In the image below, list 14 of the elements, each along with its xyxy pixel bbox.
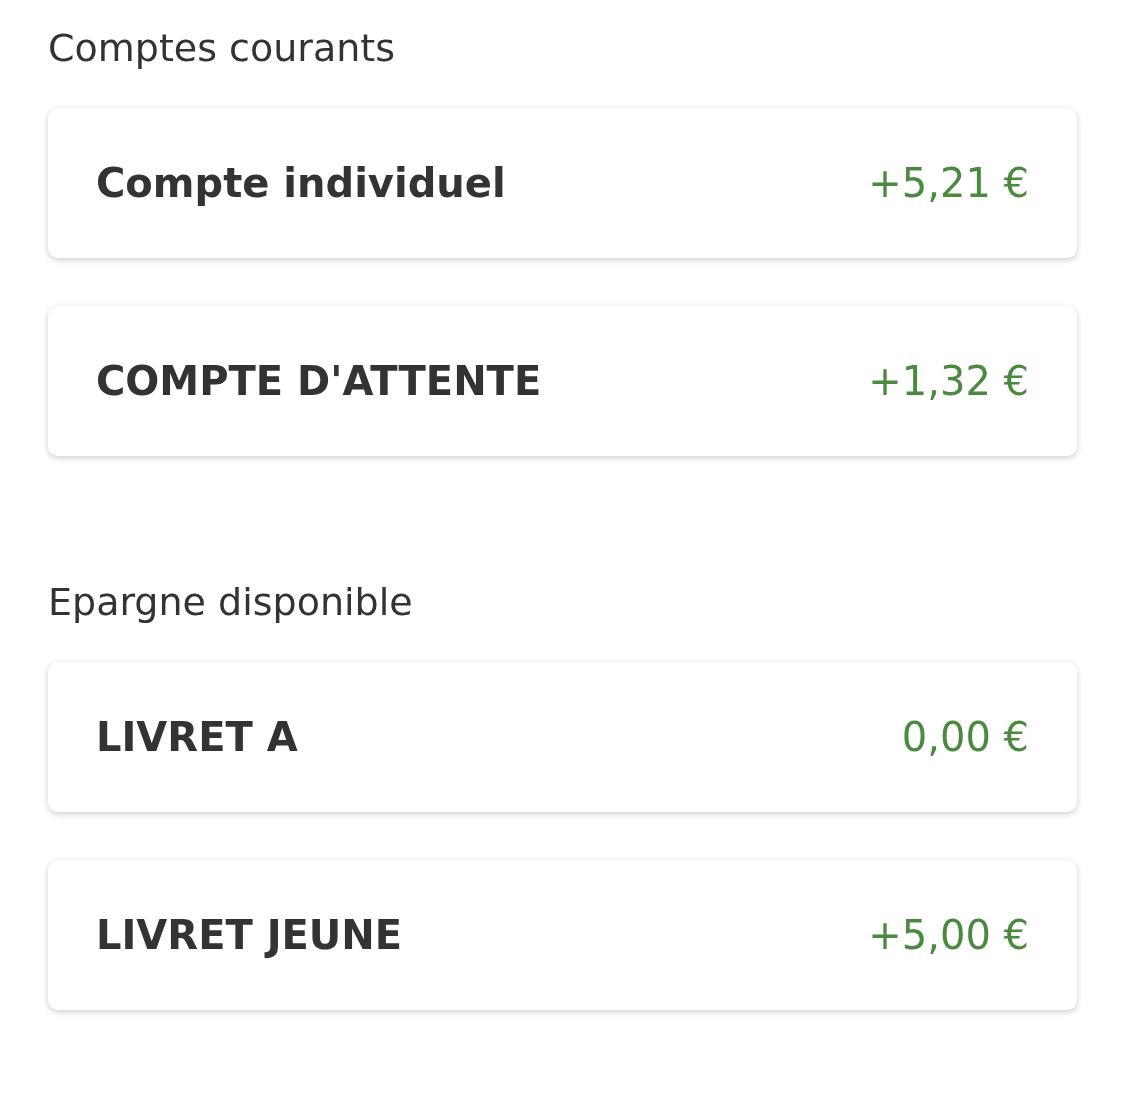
account-card[interactable]: LIVRET A 0,00 €: [48, 662, 1077, 812]
account-name: LIVRET JEUNE: [96, 912, 403, 958]
account-name: COMPTE D'ATTENTE: [96, 358, 542, 404]
account-balance: 0,00 €: [901, 714, 1029, 760]
account-balance: +1,32 €: [868, 358, 1029, 404]
account-balance: +5,21 €: [868, 160, 1029, 206]
account-card[interactable]: COMPTE D'ATTENTE +1,32 €: [48, 306, 1077, 456]
section-title: Comptes courants: [48, 25, 396, 72]
account-balance: +5,00 €: [868, 912, 1029, 958]
account-name: LIVRET A: [96, 714, 298, 760]
account-card[interactable]: Compte individuel +5,21 €: [48, 108, 1077, 258]
section-title: Epargne disponible: [48, 579, 414, 626]
account-name: Compte individuel: [96, 160, 506, 206]
account-card[interactable]: LIVRET JEUNE +5,00 €: [48, 860, 1077, 1010]
